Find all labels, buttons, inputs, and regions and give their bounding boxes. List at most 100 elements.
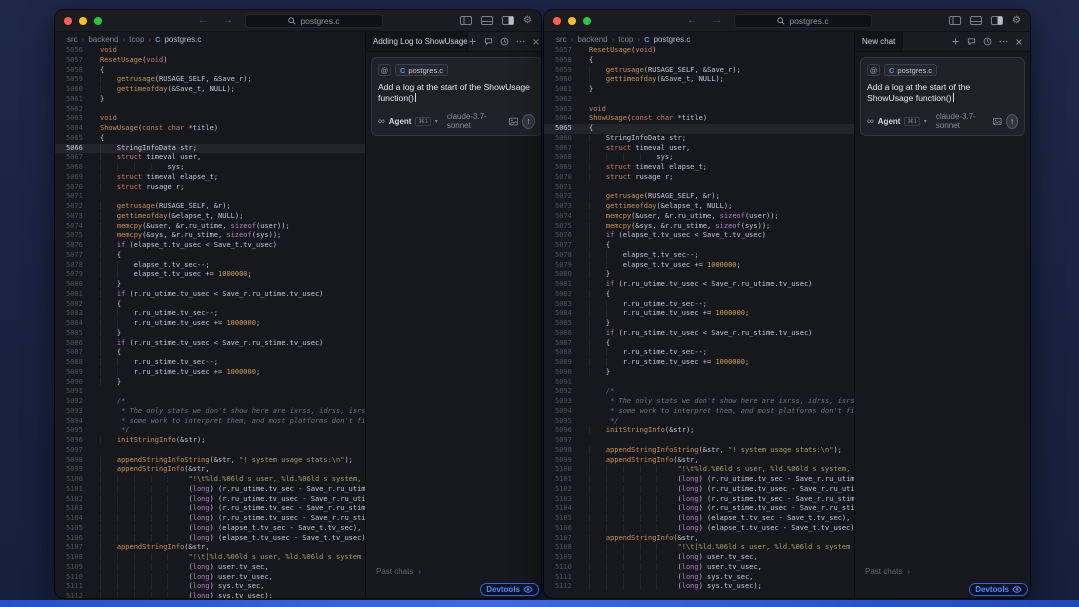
code-line[interactable]: 5104 (long) (r.ru_stime.tv_usec - Save_r… — [55, 514, 365, 524]
chat-tab[interactable]: Adding Log to ShowUsage F — [366, 32, 468, 51]
code-line[interactable]: 5061} — [55, 95, 365, 105]
code-line[interactable]: 5073 gettimeofday(&elapse_t, NULL); — [55, 212, 365, 222]
code-line[interactable]: 5080 } — [544, 270, 854, 280]
toggle-left-dock-icon[interactable] — [949, 16, 961, 25]
code-line[interactable]: 5074 memcpy(&user, &r.ru_utime, sizeof(u… — [544, 212, 854, 222]
code-line[interactable]: 5066 StringInfoData str; — [544, 134, 854, 144]
code-line[interactable]: 5111 (long) sys.tv_sec, — [544, 573, 854, 583]
add-context-button[interactable]: @ — [378, 64, 391, 76]
code-line[interactable]: 5086 if (r.ru_stime.tv_usec < Save_r.ru_… — [544, 329, 854, 339]
code-line[interactable]: 5091 — [544, 378, 854, 388]
breadcrumb[interactable]: src› backend› tcop› C postgres.c — [544, 32, 854, 46]
maximize-window-button[interactable] — [94, 17, 102, 25]
code-line[interactable]: 5070 struct rusage r; — [544, 173, 854, 183]
close-panel-icon[interactable] — [1015, 38, 1023, 46]
code-line[interactable]: 5103 (long) (r.ru_stime.tv_sec - Save_r.… — [55, 504, 365, 514]
more-menu-icon[interactable] — [516, 40, 525, 43]
code-line[interactable]: 5108 "!\t[%ld.%06ld s user, %ld.%06ld s … — [544, 543, 854, 553]
code-line[interactable]: 5081 if (r.ru_utime.tv_usec < Save_r.ru_… — [55, 290, 365, 300]
code-line[interactable]: 5099 appendStringInfo(&str, — [544, 456, 854, 466]
mode-selector[interactable]: Agent — [878, 117, 901, 126]
code-line[interactable]: 5080 } — [55, 280, 365, 290]
code-line[interactable]: 5076 if (elapse_t.tv_usec < Save_t.tv_us… — [55, 241, 365, 251]
code-line[interactable]: 5103 (long) (r.ru_stime.tv_sec - Save_r.… — [544, 495, 854, 505]
nav-forward-icon[interactable]: → — [712, 16, 722, 26]
settings-gear-icon[interactable]: ⚙ — [1012, 16, 1021, 26]
chat-tab[interactable]: New chat — [855, 32, 903, 51]
send-button[interactable]: ↑ — [522, 114, 535, 129]
code-line[interactable]: 5106 (long) (elapse_t.tv_usec - Save_t.t… — [544, 524, 854, 534]
new-thread-icon[interactable] — [951, 37, 960, 46]
code-line[interactable]: 5111 (long) sys.tv_sec, — [55, 582, 365, 592]
code-line[interactable]: 5081 if (r.ru_utime.tv_usec < Save_r.ru_… — [544, 280, 854, 290]
devtools-badge[interactable]: Devtools — [969, 583, 1028, 596]
code-line[interactable]: 5100 "!\t%ld.%06ld s user, %ld.%06ld s s… — [544, 465, 854, 475]
code-line[interactable]: 5104 (long) (r.ru_stime.tv_usec - Save_r… — [544, 504, 854, 514]
code-line[interactable]: 5096 initStringInfo(&str); — [55, 436, 365, 446]
code-line[interactable]: 5074 memcpy(&user, &r.ru_utime, sizeof(u… — [55, 222, 365, 232]
minimize-window-button[interactable] — [568, 17, 576, 25]
thread-bubble-icon[interactable] — [967, 37, 976, 46]
code-line[interactable]: 5065{ — [55, 134, 365, 144]
code-line[interactable]: 5085 } — [544, 319, 854, 329]
past-chats-link[interactable]: Past chats › — [376, 567, 421, 576]
code-line[interactable]: 5063void — [544, 105, 854, 115]
code-line[interactable]: 5066 StringInfoData str; — [55, 144, 365, 154]
code-line[interactable]: 5067 struct timeval user, — [544, 144, 854, 154]
code-line[interactable]: 5097 — [55, 446, 365, 456]
send-button[interactable]: ↑ — [1006, 114, 1018, 129]
code-line[interactable]: 5090 } — [544, 368, 854, 378]
code-line[interactable]: 5100 "!\t%ld.%06ld s user, %ld.%06ld s s… — [55, 475, 365, 485]
message-editor[interactable]: @ C postgres.c Add a log at the start of… — [860, 57, 1025, 136]
history-clock-icon[interactable] — [500, 37, 509, 46]
past-chats-link[interactable]: Past chats › — [865, 567, 910, 576]
code-line[interactable]: 5077 { — [544, 241, 854, 251]
code-line[interactable]: 5105 (long) (elapse_t.tv_sec - Save_t.tv… — [544, 514, 854, 524]
code-line[interactable]: 5082 { — [55, 300, 365, 310]
code-line[interactable]: 5064ShowUsage(const char *title) — [544, 114, 854, 124]
code-line[interactable]: 5109 (long) user.tv_sec, — [544, 553, 854, 563]
chat-input[interactable]: Add a log at the start of the ShowUsage … — [378, 82, 535, 104]
code-line[interactable]: 5079 elapse_t.tv_usec += 1000000; — [55, 270, 365, 280]
code-line[interactable]: 5095 */ — [544, 417, 854, 427]
code-line[interactable]: 5068 sys; — [544, 153, 854, 163]
code-line[interactable]: 5096 initStringInfo(&str); — [544, 426, 854, 436]
code-line[interactable]: 5069 struct timeval elapse_t; — [55, 173, 365, 183]
code-line[interactable]: 5087 { — [544, 339, 854, 349]
context-file-chip[interactable]: C postgres.c — [395, 64, 448, 76]
project-search-field[interactable]: postgres.c — [734, 14, 872, 28]
code-line[interactable]: 5109 (long) user.tv_sec, — [55, 563, 365, 573]
code-line[interactable]: 5060 gettimeofday(&Save_t, NULL); — [55, 85, 365, 95]
code-line[interactable]: 5089 r.ru_stime.tv_usec += 1000000; — [55, 368, 365, 378]
thread-bubble-icon[interactable] — [484, 37, 493, 46]
history-clock-icon[interactable] — [983, 37, 992, 46]
code-line[interactable]: 5060 gettimeofday(&Save_t, NULL); — [544, 75, 854, 85]
code-line[interactable]: 5069 struct timeval elapse_t; — [544, 163, 854, 173]
toggle-right-dock-icon[interactable] — [991, 16, 1003, 25]
code-line[interactable]: 5101 (long) (r.ru_utime.tv_sec - Save_r.… — [55, 485, 365, 495]
code-line[interactable]: 5098 appendStringInfoString(&str, "! sys… — [544, 446, 854, 456]
code-line[interactable]: 5099 appendStringInfo(&str, — [55, 465, 365, 475]
toggle-left-dock-icon[interactable] — [460, 16, 472, 25]
code-line[interactable]: 5064ShowUsage(const char *title) — [55, 124, 365, 134]
new-thread-icon[interactable] — [468, 37, 477, 46]
nav-forward-icon[interactable]: → — [223, 16, 233, 26]
devtools-badge[interactable]: Devtools — [480, 583, 539, 596]
code-line[interactable]: 5072 getrusage(RUSAGE_SELF, &r); — [55, 202, 365, 212]
toggle-right-dock-icon[interactable] — [502, 16, 514, 25]
code-line[interactable]: 5062 — [55, 105, 365, 115]
code-line[interactable]: 5071 — [55, 192, 365, 202]
code-line[interactable]: 5068 sys; — [55, 163, 365, 173]
code-line[interactable]: 5087 { — [55, 348, 365, 358]
toggle-bottom-dock-icon[interactable] — [481, 16, 493, 25]
code-line[interactable]: 5071 — [544, 183, 854, 193]
code-line[interactable]: 5105 (long) (elapse_t.tv_sec - Save_t.tv… — [55, 524, 365, 534]
context-file-chip[interactable]: C postgres.c — [884, 64, 937, 76]
code-line[interactable]: 5092 /* — [55, 397, 365, 407]
code-line[interactable]: 5061} — [544, 85, 854, 95]
toggle-bottom-dock-icon[interactable] — [970, 16, 982, 25]
nav-back-icon[interactable]: ← — [198, 16, 208, 26]
code-line[interactable]: 5076 if (elapse_t.tv_usec < Save_t.tv_us… — [544, 231, 854, 241]
attach-image-icon[interactable] — [993, 117, 1002, 126]
code-line[interactable]: 5088 r.ru_stime.tv_sec--; — [544, 348, 854, 358]
